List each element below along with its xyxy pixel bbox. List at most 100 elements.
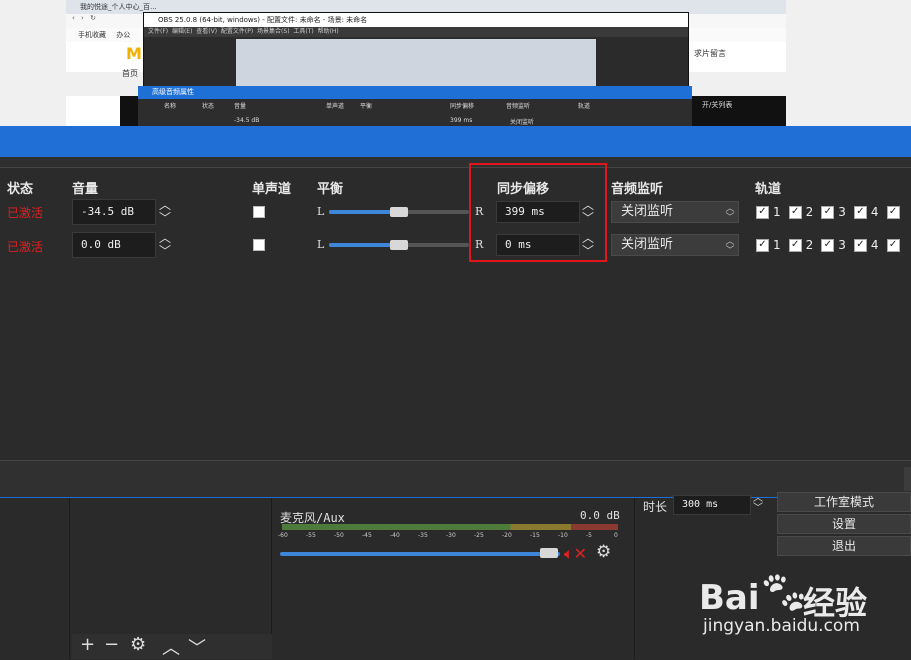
forward-icon: › — [81, 14, 84, 22]
volume-input[interactable]: 0.0 dB — [72, 232, 156, 258]
bookmark-item: 办公 — [116, 31, 131, 39]
studio-mode-button[interactable]: 工作室模式 — [777, 492, 911, 512]
mini-header: 名称 — [164, 103, 177, 110]
volume-stepper[interactable]: ︿ ﹀ — [157, 199, 173, 225]
select-arrows-icon[interactable]: ︿ ﹀ — [724, 205, 736, 223]
mixer-volume-handle[interactable] — [540, 548, 558, 558]
header-tracks: 轨道 — [755, 182, 782, 197]
track-label: 3 — [838, 238, 846, 252]
baidu-brand: Bai — [699, 578, 760, 618]
settings-button[interactable]: 设置 — [777, 514, 911, 534]
remove-icon[interactable]: − — [104, 634, 119, 655]
duration-input[interactable]: 300 ms — [673, 495, 751, 515]
track-label: 3 — [838, 205, 846, 219]
mini-header: 音量 — [234, 103, 247, 110]
mono-checkbox[interactable] — [253, 239, 265, 251]
mono-checkbox[interactable] — [253, 206, 265, 218]
watermark-url: jingyan.baidu.com — [703, 616, 860, 636]
status-label: 已激活 — [7, 240, 44, 254]
check-icon: ✓ — [821, 205, 835, 219]
obs-menu-item: 查看(V) — [196, 28, 218, 35]
chevron-down-icon[interactable]: ﹀ — [157, 212, 173, 225]
mute-icon[interactable]: 🔈︎✕ — [564, 544, 587, 564]
volume-input[interactable]: -34.5 dB — [72, 199, 156, 225]
obs-menu-item: 文件(F) — [148, 28, 169, 35]
browser-tab: 我的悦途_个人中心_百... — [80, 3, 157, 11]
track-checkbox[interactable]: ✓ 4 — [853, 205, 879, 219]
track-checkboxes: ✓ 1 ✓ 2 ✓ 3 ✓ 4 ✓ — [756, 238, 904, 252]
mini-header: 同步偏移 — [450, 103, 475, 110]
bookmark-item: 手机收藏 — [78, 31, 106, 39]
reload-icon: ↻ — [90, 14, 96, 22]
balance-slider-fill — [329, 243, 399, 247]
track-label: 4 — [870, 205, 879, 219]
track-checkbox[interactable]: ✓ 3 — [821, 205, 846, 219]
preview-area: 我的悦途_个人中心_百... ‹ › ↻ 手机收藏 办公 M 首页 求片留言 开… — [0, 0, 911, 128]
header-monitoring: 音频监听 — [611, 182, 664, 197]
obs-menu-item: 场景集合(S) — [257, 28, 290, 35]
meter-scale-label: -5 — [586, 532, 592, 539]
track-checkbox[interactable]: ✓ 4 — [853, 238, 879, 252]
balance-slider-fill — [329, 210, 399, 214]
check-icon: ✓ — [756, 238, 769, 252]
header-volume: 音量 — [72, 182, 99, 197]
mini-header: 状态 — [202, 103, 215, 110]
volume-stepper[interactable]: ︿ ﹀ — [157, 232, 173, 258]
meter-scale-label: -55 — [306, 532, 316, 539]
obs-nested-preview — [236, 39, 596, 87]
exit-button[interactable]: 退出 — [777, 536, 911, 556]
site-nav-home: 首页 — [122, 69, 138, 78]
duration-label: 时长 — [643, 500, 668, 514]
track-label: 1 — [773, 238, 781, 252]
add-icon[interactable]: + — [80, 634, 95, 655]
audio-mixer: 麦克风/Aux 0.0 dB -60 -55 -50 -45 -40 -35 -30 -25-… — [274, 498, 630, 659]
obs-menu-bar: 文件(F) 编辑(E) 查看(V) 配置文件(P) 场景集合(S) 工具(T) … — [144, 27, 688, 37]
track-label: 2 — [805, 205, 814, 219]
check-icon: ✓ — [756, 205, 769, 219]
track-checkbox[interactable]: ✓ — [886, 238, 904, 252]
dialog-footer — [0, 460, 911, 498]
mini-dialog-title: 高级音频属性 — [138, 86, 692, 99]
track-checkbox[interactable]: ✓ — [886, 205, 904, 219]
mixer-volume-slider[interactable] — [280, 552, 560, 556]
check-icon: ✓ — [853, 205, 867, 219]
balance-slider-handle[interactable] — [390, 207, 408, 217]
duration-stepper[interactable]: ︿ ﹀ — [753, 494, 767, 516]
track-checkbox[interactable]: ✓ 3 — [821, 238, 846, 252]
monitoring-select[interactable]: 关闭监听 — [611, 201, 739, 223]
mini-monitor: 关闭监听 — [510, 119, 535, 126]
meter-scale-label: 0 — [614, 532, 618, 539]
check-icon: ✓ — [853, 238, 867, 252]
track-checkbox[interactable]: ✓ 1 — [756, 205, 781, 219]
check-icon: ✓ — [821, 238, 835, 252]
meter-scale: -60 -55 -50 -45 -40 -35 -30 -25 -20 -15 -10 -5 0 — [278, 532, 618, 540]
obs-menu-item: 编辑(E) — [171, 28, 193, 35]
select-arrows-icon[interactable]: ︿ ﹀ — [724, 238, 736, 256]
check-icon: ✓ — [886, 205, 900, 219]
balance-slider-handle[interactable] — [390, 240, 408, 250]
meter-scale-label: -50 — [334, 532, 344, 539]
gear-icon[interactable]: ⚙ — [596, 542, 611, 562]
scenes-panel — [0, 498, 70, 659]
mini-header: 轨道 — [578, 103, 591, 110]
track-checkbox[interactable]: ✓ 1 — [756, 238, 781, 252]
track-checkbox[interactable]: ✓ 2 — [788, 205, 814, 219]
meter-scale-label: -45 — [362, 532, 372, 539]
advanced-audio-dialog: 状态 音量 单声道 平衡 同步偏移 音频监听 轨道 已激活 -34.5 dB ︿… — [0, 168, 911, 460]
dialog-separator — [0, 157, 911, 168]
chevron-down-icon[interactable]: ﹀ — [157, 245, 173, 258]
track-label: 4 — [870, 238, 879, 252]
baidu-watermark: Bai 🐾︎ 经验 jingyan.baidu.com — [695, 556, 911, 659]
sources-toolbar: + − ⚙ ︿ ﹀ — [72, 634, 272, 659]
back-icon: ‹ — [72, 14, 75, 22]
chevron-up-icon[interactable]: ︿ — [162, 634, 180, 660]
monitoring-select[interactable]: 关闭监听 — [611, 234, 739, 256]
track-checkboxes: ✓ 1 ✓ 2 ✓ 3 ✓ 4 ✓ — [756, 205, 904, 219]
obs-menu-item: 工具(T) — [293, 28, 314, 35]
meter-scale-label: -10 — [558, 532, 568, 539]
chevron-down-icon[interactable]: ﹀ — [188, 634, 206, 660]
meter-scale-label: -35 — [418, 532, 428, 539]
footer-button[interactable] — [904, 467, 911, 491]
gear-icon[interactable]: ⚙ — [130, 634, 146, 655]
track-checkbox[interactable]: ✓ 2 — [788, 238, 813, 252]
